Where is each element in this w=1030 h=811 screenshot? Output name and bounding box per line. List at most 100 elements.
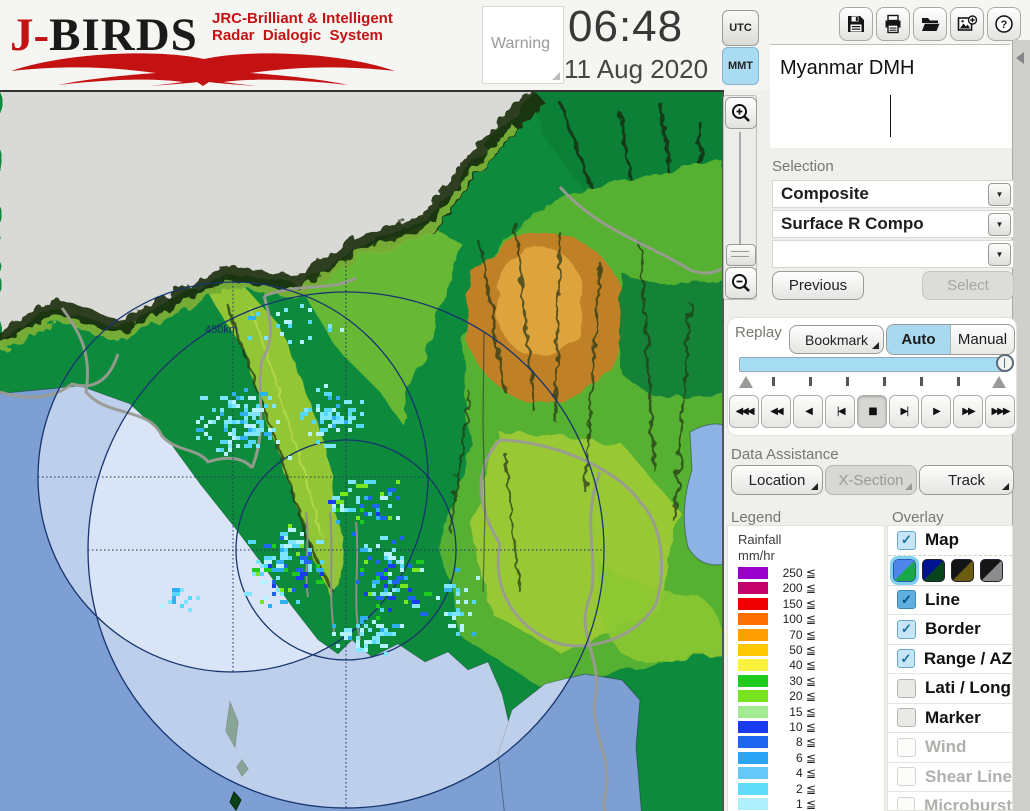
logo-subtitle-line1: JRC-Brilliant & Intelligent	[212, 10, 393, 27]
previous-button[interactable]: Previous	[772, 271, 864, 300]
overlay-label: Overlay	[892, 509, 944, 526]
map-style-swatch[interactable]	[922, 558, 945, 582]
eagle-logo-icon	[11, 53, 395, 86]
legend-value: 4 ≦	[795, 766, 816, 781]
overlay-item-map[interactable]: ✓ Map	[888, 526, 1012, 556]
add-image-icon	[957, 15, 977, 31]
radar-map-canvas[interactable]: 450km	[0, 86, 727, 811]
zoom-slider-thumb[interactable]	[726, 244, 756, 266]
chevron-down-icon[interactable]: ▼	[988, 243, 1011, 266]
checkbox-icon[interactable]: ✓	[897, 590, 916, 610]
overlay-item-microburst: Microburst	[888, 792, 1012, 811]
legend-color-swatch	[738, 721, 768, 733]
legend-row: 8 ≦	[728, 735, 884, 750]
overlay-item-marker[interactable]: Marker	[888, 704, 1012, 733]
legend-value: 30 ≦	[789, 673, 816, 688]
xsection-button[interactable]: X-Section	[825, 465, 917, 495]
overlay-item-label: Microburst	[924, 796, 1012, 811]
range-ring-label: 450km	[205, 324, 238, 336]
overlay-item-border[interactable]: ✓ Border	[888, 615, 1012, 645]
add-image-button[interactable]	[950, 7, 984, 41]
legend-value: 70 ≦	[789, 627, 816, 642]
legend-row: 2 ≦	[728, 782, 884, 797]
overlay-item-label: Map	[925, 530, 959, 550]
bookmark-button[interactable]: Bookmark	[789, 325, 884, 354]
map-style-swatch[interactable]	[951, 558, 974, 582]
save-button[interactable]	[839, 7, 873, 41]
auto-mode-button[interactable]: Auto	[887, 325, 951, 354]
overlay-item-label: Border	[925, 619, 981, 639]
chevron-down-icon[interactable]: ▼	[988, 183, 1011, 206]
station-name-input[interactable]: Myanmar DMH	[770, 45, 1012, 148]
slider-start-marker[interactable]	[739, 376, 753, 388]
stop-button[interactable]: ■	[857, 395, 887, 428]
legend-value: 200 ≦	[782, 581, 816, 596]
open-folder-button[interactable]	[913, 7, 947, 41]
legend-label: Legend	[731, 509, 782, 526]
checkbox-icon[interactable]: ✓	[897, 530, 916, 550]
checkbox-icon[interactable]: ✓	[897, 619, 916, 639]
replay-slider-thumb[interactable]	[996, 354, 1014, 372]
fast-forward-button[interactable]: ▶▶	[953, 395, 983, 428]
help-button[interactable]: ?	[987, 7, 1021, 41]
legend-color-swatch	[738, 767, 768, 780]
empty-dropdown[interactable]: ▼	[772, 240, 1014, 268]
manual-mode-button[interactable]: Manual	[951, 325, 1014, 354]
select-button[interactable]: Select	[922, 271, 1014, 300]
jbirds-window: 450km J-BIRDS JRC-Brilliant & Intelligen…	[0, 0, 1030, 811]
rewind-button[interactable]: ◀◀	[761, 395, 791, 428]
slider-end-marker[interactable]	[992, 376, 1006, 388]
zoom-out-icon	[732, 274, 750, 292]
utc-button[interactable]: UTC	[722, 10, 759, 46]
legend-color-swatch	[738, 567, 768, 579]
skip-to-start-button[interactable]: |◀	[825, 395, 855, 428]
play-button[interactable]: ▶	[921, 395, 951, 428]
overlay-item-lati-long[interactable]: Lati / Long	[888, 674, 1012, 704]
save-icon	[848, 16, 864, 32]
overlay-item-label: Marker	[925, 707, 981, 727]
legend-value: 20 ≦	[789, 689, 816, 704]
legend-color-swatch	[738, 644, 768, 656]
mmt-button[interactable]: MMT	[722, 47, 759, 85]
chevron-down-icon[interactable]: ▼	[988, 213, 1011, 236]
product-dropdown[interactable]: Surface R Compo ▼	[772, 210, 1014, 238]
map-zoom-strip	[723, 95, 757, 300]
checkbox-icon[interactable]	[897, 678, 916, 698]
map-orange-peak	[495, 247, 585, 357]
warning-panel[interactable]: Warning	[482, 6, 564, 84]
fast-rewind-button[interactable]: ◀◀◀	[729, 395, 759, 428]
composite-dropdown[interactable]: Composite ▼	[772, 180, 1014, 208]
checkbox-icon[interactable]	[897, 708, 916, 728]
overlay-item-line[interactable]: ✓ Line	[888, 586, 1012, 615]
map-style-swatch[interactable]	[890, 555, 919, 585]
zoom-in-icon	[732, 104, 750, 122]
legend-panel: Rainfall mm/hr 250 ≦ 200 ≦ 150 ≦ 100 ≦ 70 ≦ 50…	[727, 525, 885, 811]
step-back-button[interactable]: ◀	[793, 395, 823, 428]
legend-value: 8 ≦	[795, 735, 816, 750]
location-button[interactable]: Location	[731, 465, 823, 495]
checkbox-icon[interactable]: ✓	[897, 649, 915, 669]
legend-row: 30 ≦	[728, 674, 884, 689]
overlay-item-wind: Wind	[888, 733, 1012, 763]
legend-value: 2 ≦	[795, 781, 816, 796]
legend-color-swatch	[738, 613, 768, 626]
fastest-forward-button[interactable]: ▶▶▶	[985, 395, 1015, 428]
zoom-in-button[interactable]	[725, 97, 757, 129]
map-style-swatch[interactable]	[980, 558, 1003, 582]
zoom-out-button[interactable]	[725, 267, 757, 299]
checkbox-icon	[897, 737, 916, 757]
legend-row: 15 ≦	[728, 705, 884, 720]
overlay-item-label: Line	[925, 589, 960, 609]
collapse-arrow-icon	[1016, 52, 1024, 64]
overlay-list: ✓ Map ✓ Line ✓ Border ✓ Range / AZ Lati / Long Ma…	[887, 525, 1013, 811]
print-button[interactable]	[876, 7, 910, 41]
skip-to-end-button[interactable]: ▶|	[889, 395, 919, 428]
replay-slider-track[interactable]	[739, 354, 1014, 372]
legend-value: 250 ≦	[782, 566, 816, 580]
overlay-item-label: Range / AZ	[923, 648, 1012, 668]
track-button[interactable]: Track	[919, 465, 1014, 495]
legend-color-swatch	[738, 597, 768, 610]
data-assistance-label: Data Assistance	[731, 446, 839, 463]
legend-row: 1 ≦	[728, 797, 884, 811]
overlay-item-range-az[interactable]: ✓ Range / AZ	[888, 645, 1012, 674]
